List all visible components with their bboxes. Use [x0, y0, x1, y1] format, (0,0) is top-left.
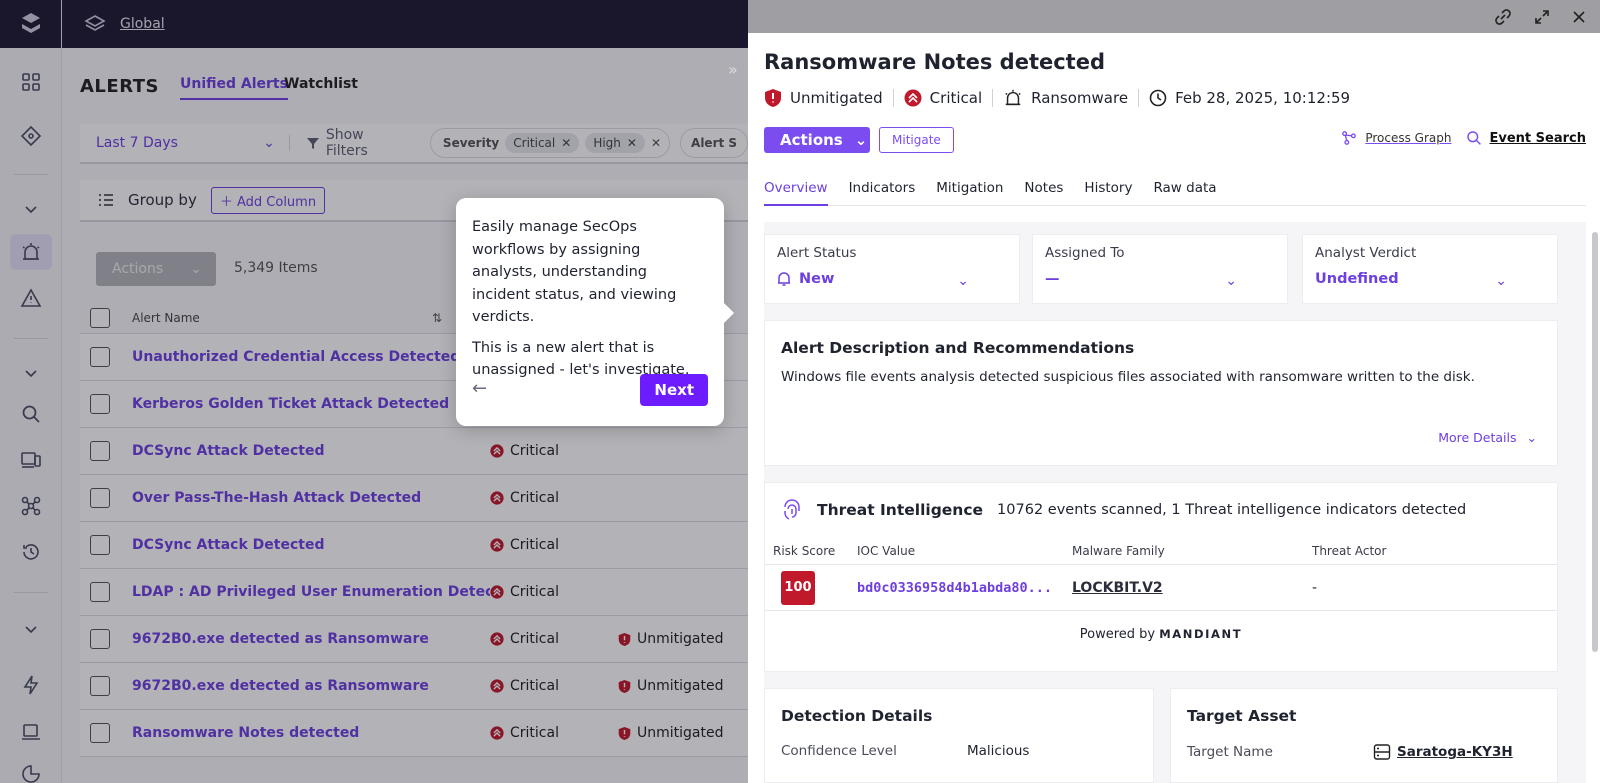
overview-content: Alert Status New ⌄ Assigned To — ⌄ Analy…	[764, 222, 1598, 783]
powered-by: Powered by MANDIANT	[765, 611, 1557, 642]
assigned-to-field[interactable]: Assigned To — ⌄	[1032, 234, 1288, 304]
event-search-link[interactable]: Event Search	[1466, 130, 1587, 146]
tab-indicators[interactable]: Indicators	[849, 180, 916, 206]
expand-icon[interactable]	[1534, 9, 1550, 25]
tooltip-text-1: Easily manage SecOps workflows by assign…	[472, 219, 677, 325]
tab-mitigation[interactable]: Mitigation	[936, 180, 1003, 206]
field-value: —	[1045, 271, 1275, 287]
description-card: Alert Description and Recommendations Wi…	[764, 320, 1558, 466]
target-asset-title: Target Asset	[1187, 707, 1297, 725]
field-label: Assigned To	[1045, 245, 1125, 261]
panel-toolbar	[748, 0, 1600, 33]
analyst-verdict-field[interactable]: Analyst Verdict Undefined ⌄	[1302, 234, 1558, 304]
server-icon	[1373, 744, 1391, 760]
event-search-label: Event Search	[1489, 130, 1587, 146]
bell-icon	[778, 272, 790, 286]
target-asset-card: Target Asset Target Name Saratoga-KY3H	[1170, 688, 1558, 783]
threat-intel-summary: 10762 events scanned, 1 Threat intellige…	[997, 502, 1467, 518]
mandiant-logo: MANDIANT	[1159, 627, 1243, 641]
col-risk-score: Risk Score	[773, 543, 836, 558]
tab-raw-data[interactable]: Raw data	[1153, 180, 1216, 206]
actions-label: Actions	[780, 131, 843, 149]
alert-status-value: New	[799, 271, 835, 287]
graph-icon	[1342, 131, 1357, 145]
more-details-label: More Details	[1438, 430, 1517, 445]
tooltip-arrow	[723, 302, 734, 324]
risk-score-badge: 100	[781, 570, 815, 605]
field-value: New	[777, 271, 1007, 287]
description-title: Alert Description and Recommendations	[781, 339, 1135, 357]
threat-intel-title: Threat Intelligence	[817, 501, 984, 519]
description-text: Windows file events analysis detected su…	[781, 369, 1475, 385]
mitigate-button[interactable]: Mitigate	[879, 127, 954, 153]
detection-details-card: Detection Details Confidence Level Malici…	[764, 688, 1154, 783]
process-graph-label: Process Graph	[1365, 131, 1452, 145]
chevron-down-icon: ⌄	[1495, 273, 1507, 289]
modal-backdrop-rail	[0, 0, 62, 783]
category-badge: Ransomware	[1003, 88, 1128, 108]
ioc-value-link[interactable]: bd0c0336958d4b1abda80...	[857, 580, 1072, 596]
chevron-down-icon: ⌄	[957, 273, 969, 289]
analyst-verdict-value: Undefined	[1315, 271, 1399, 287]
col-malware-family: Malware Family	[1072, 543, 1165, 558]
close-icon[interactable]	[1572, 10, 1586, 24]
panel-tabs: Overview Indicators Mitigation Notes His…	[764, 180, 1586, 206]
onboarding-tooltip: Easily manage SecOps workflows by assign…	[456, 198, 734, 426]
threat-intel-card: Threat Intelligence 10762 events scanned…	[764, 482, 1558, 672]
confidence-value: Malicious	[967, 743, 1030, 759]
field-value: Undefined	[1315, 271, 1545, 287]
target-name-link[interactable]: Saratoga-KY3H	[1397, 744, 1513, 760]
scrollbar[interactable]	[1592, 232, 1598, 652]
col-ioc-value: IOC Value	[857, 543, 916, 558]
next-button[interactable]: Next	[640, 374, 708, 406]
status-badge: Unmitigated	[764, 88, 883, 108]
shield-alert-icon	[765, 89, 781, 107]
alert-detail-panel: Ransomware Notes detected Unmitigated Cr…	[748, 0, 1600, 783]
process-graph-link[interactable]: Process Graph	[1341, 130, 1452, 146]
fingerprint-icon	[784, 499, 800, 520]
link-icon[interactable]	[1494, 8, 1512, 26]
search-icon	[1466, 131, 1481, 145]
confidence-label: Confidence Level	[781, 743, 897, 759]
threat-intel-header: Threat Intelligence 10762 events scanned…	[765, 483, 1557, 537]
chevron-down-icon: ⌄	[1225, 273, 1237, 289]
alarm-icon	[1005, 89, 1021, 106]
collapse-panel-icon[interactable]: »	[728, 60, 738, 79]
col-threat-actor: Threat Actor	[1312, 543, 1387, 558]
chevron-down-icon: ⌄	[854, 131, 868, 149]
clock-icon	[1149, 89, 1167, 107]
field-label: Analyst Verdict	[1315, 245, 1417, 261]
threat-actor-value: -	[1312, 579, 1318, 596]
panel-links: Process Graph Event Search	[1341, 130, 1586, 146]
status-text: Unmitigated	[790, 89, 883, 107]
tab-notes[interactable]: Notes	[1024, 180, 1063, 206]
critical-icon	[904, 89, 922, 107]
actions-button[interactable]: Actions ⌄	[764, 127, 870, 153]
ioc-table-header: Risk Score IOC Value Malware Family Thre…	[765, 537, 1557, 565]
ioc-row: 100 bd0c0336958d4b1abda80... LOCKBIT.V2 …	[765, 565, 1557, 611]
arrow-left-icon[interactable]: ←	[472, 378, 487, 399]
tab-history[interactable]: History	[1084, 180, 1132, 206]
powered-by-label: Powered by	[1079, 627, 1156, 642]
alert-title: Ransomware Notes detected	[764, 50, 1105, 74]
tab-overview[interactable]: Overview	[764, 180, 828, 206]
more-details-link[interactable]: More Details ⌄	[1438, 430, 1537, 445]
assigned-to-value: —	[1045, 271, 1060, 287]
malware-family-link[interactable]: LOCKBIT.V2	[1072, 580, 1312, 596]
alert-status-field[interactable]: Alert Status New ⌄	[764, 234, 1020, 304]
field-label: Alert Status	[777, 245, 857, 261]
category-text: Ransomware	[1031, 89, 1129, 107]
timestamp-text: Feb 28, 2025, 10:12:59	[1175, 89, 1351, 107]
severity-badge: Critical	[904, 89, 982, 107]
timestamp: Feb 28, 2025, 10:12:59	[1149, 89, 1350, 107]
target-name-label: Target Name	[1187, 744, 1273, 760]
chevron-down-icon: ⌄	[1526, 430, 1537, 445]
severity-text: Critical	[929, 89, 983, 107]
detection-details-title: Detection Details	[781, 707, 933, 725]
alert-meta: Unmitigated Critical Ransomware Feb 28, …	[764, 88, 1350, 108]
